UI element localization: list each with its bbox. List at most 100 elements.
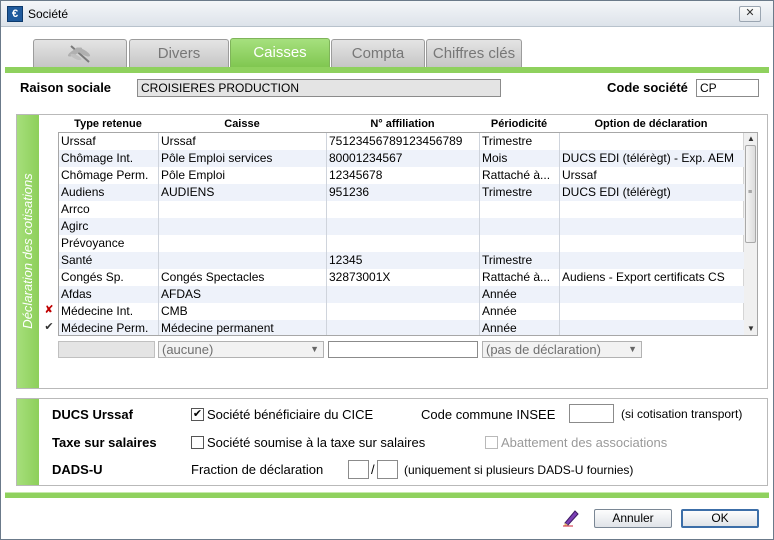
- cell-caisse[interactable]: [159, 201, 327, 218]
- cell-option[interactable]: [560, 286, 744, 303]
- cell-option[interactable]: [560, 235, 744, 252]
- cell-type[interactable]: Santé: [59, 252, 159, 269]
- cell-affiliation[interactable]: [327, 201, 480, 218]
- cell-caisse[interactable]: Pôle Emploi services: [159, 150, 327, 167]
- cell-periodicite[interactable]: Année: [480, 303, 560, 320]
- cell-affiliation[interactable]: 951236: [327, 184, 480, 201]
- caisse-combo[interactable]: (aucune) ▼: [158, 341, 324, 358]
- table-row[interactable]: Chômage Perm. Pôle Emploi 12345678 Rattaché…: [59, 167, 744, 184]
- taxe-checkbox[interactable]: [191, 436, 204, 449]
- abattement-checkbox[interactable]: [485, 436, 498, 449]
- cell-type[interactable]: Prévoyance: [59, 235, 159, 252]
- cell-affiliation[interactable]: [327, 286, 480, 303]
- annuler-button[interactable]: Annuler: [594, 509, 672, 528]
- tab-caisses[interactable]: Caisses: [230, 38, 330, 68]
- cell-type[interactable]: Médecine Perm.: [59, 320, 159, 335]
- cell-periodicite[interactable]: Trimestre: [480, 184, 560, 201]
- col-type-retenue[interactable]: Type retenue: [58, 118, 158, 130]
- cice-checkbox[interactable]: ✔: [191, 408, 204, 421]
- cell-type[interactable]: Afdas: [59, 286, 159, 303]
- cell-option[interactable]: [560, 320, 744, 335]
- cell-option[interactable]: Audiens - Export certificats CS: [560, 269, 744, 286]
- scroll-thumb[interactable]: ≡: [745, 145, 756, 243]
- col-caisse[interactable]: Caisse: [158, 118, 326, 130]
- cell-option[interactable]: [560, 133, 744, 150]
- fraction-denominator-input[interactable]: [377, 460, 398, 479]
- tab-general[interactable]: [33, 39, 127, 67]
- cell-periodicite[interactable]: Rattaché à...: [480, 269, 560, 286]
- table-row[interactable]: Médecine Perm. Médecine permanent Année: [59, 320, 744, 335]
- cell-type[interactable]: Urssaf: [59, 133, 159, 150]
- cell-caisse[interactable]: CMB: [159, 303, 327, 320]
- cell-type[interactable]: Chômage Perm.: [59, 167, 159, 184]
- fraction-numerator-input[interactable]: [348, 460, 369, 479]
- table-row[interactable]: Congés Sp. Congés Spectacles 32873001X Ratt…: [59, 269, 744, 286]
- cell-type[interactable]: Médecine Int.: [59, 303, 159, 320]
- cell-option[interactable]: [560, 303, 744, 320]
- cell-caisse[interactable]: [159, 235, 327, 252]
- tab-compta[interactable]: Compta: [331, 39, 425, 67]
- cell-affiliation[interactable]: [327, 218, 480, 235]
- cell-caisse[interactable]: Urssaf: [159, 133, 327, 150]
- taxe-checkbox-label[interactable]: Société soumise à la taxe sur salaires: [207, 435, 425, 450]
- table-row[interactable]: Chômage Int. Pôle Emploi services 80001234…: [59, 150, 744, 167]
- cell-affiliation[interactable]: [327, 320, 480, 335]
- cell-caisse[interactable]: AFDAS: [159, 286, 327, 303]
- col-option-declaration[interactable]: Option de déclaration: [559, 118, 743, 130]
- affiliation-input[interactable]: [328, 341, 478, 358]
- close-button[interactable]: ✕: [739, 6, 761, 22]
- type-editor-field[interactable]: [58, 341, 155, 358]
- scroll-down-arrow-icon[interactable]: ▼: [746, 324, 756, 334]
- cell-caisse[interactable]: Congés Spectacles: [159, 269, 327, 286]
- scroll-up-arrow-icon[interactable]: ▲: [746, 134, 756, 144]
- cice-label[interactable]: Société bénéficiaire du CICE: [207, 407, 373, 422]
- cell-periodicite[interactable]: [480, 218, 560, 235]
- table-row[interactable]: Afdas AFDAS Année: [59, 286, 744, 303]
- cell-option[interactable]: DUCS EDI (télérègt) - Exp. AEM: [560, 150, 744, 167]
- cell-caisse[interactable]: Médecine permanent: [159, 320, 327, 335]
- code-societe-field[interactable]: CP: [696, 79, 759, 97]
- table-row[interactable]: Urssaf Urssaf 75123456789123456789 Trimestr…: [59, 133, 744, 150]
- cell-periodicite[interactable]: Trimestre: [480, 133, 560, 150]
- cell-periodicite[interactable]: Année: [480, 286, 560, 303]
- cell-option[interactable]: [560, 218, 744, 235]
- cell-periodicite[interactable]: Année: [480, 320, 560, 335]
- cell-periodicite[interactable]: [480, 235, 560, 252]
- insee-input[interactable]: [569, 404, 614, 423]
- table-row[interactable]: Médecine Int. CMB Année: [59, 303, 744, 320]
- cell-periodicite[interactable]: Mois: [480, 150, 560, 167]
- cell-affiliation[interactable]: [327, 235, 480, 252]
- cell-type[interactable]: Audiens: [59, 184, 159, 201]
- col-affiliation[interactable]: N° affiliation: [326, 118, 479, 130]
- grid-scrollbar[interactable]: ▲ ≡ ▼: [743, 133, 757, 335]
- cell-affiliation[interactable]: 80001234567: [327, 150, 480, 167]
- cell-periodicite[interactable]: Rattaché à...: [480, 167, 560, 184]
- tab-chiffres-cles[interactable]: Chiffres clés: [426, 39, 522, 67]
- cell-caisse[interactable]: AUDIENS: [159, 184, 327, 201]
- tab-divers[interactable]: Divers: [129, 39, 229, 67]
- table-row[interactable]: Arrco: [59, 201, 744, 218]
- cell-option[interactable]: [560, 252, 744, 269]
- cell-option[interactable]: Urssaf: [560, 167, 744, 184]
- table-row[interactable]: Santé 12345 Trimestre: [59, 252, 744, 269]
- cell-type[interactable]: Congés Sp.: [59, 269, 159, 286]
- cell-affiliation[interactable]: [327, 303, 480, 320]
- cell-periodicite[interactable]: [480, 201, 560, 218]
- cell-option[interactable]: [560, 201, 744, 218]
- cell-periodicite[interactable]: Trimestre: [480, 252, 560, 269]
- table-row[interactable]: Prévoyance: [59, 235, 744, 252]
- cell-affiliation[interactable]: 75123456789123456789: [327, 133, 480, 150]
- cell-affiliation[interactable]: 32873001X: [327, 269, 480, 286]
- option-combo[interactable]: (pas de déclaration) ▼: [482, 341, 642, 358]
- cell-type[interactable]: Chômage Int.: [59, 150, 159, 167]
- cell-option[interactable]: DUCS EDI (télérègt): [560, 184, 744, 201]
- cell-type[interactable]: Arrco: [59, 201, 159, 218]
- cell-caisse[interactable]: [159, 218, 327, 235]
- pen-icon[interactable]: [561, 507, 581, 527]
- cell-affiliation[interactable]: 12345678: [327, 167, 480, 184]
- cell-affiliation[interactable]: 12345: [327, 252, 480, 269]
- table-row[interactable]: Audiens AUDIENS 951236 Trimestre DUCS EDI (t…: [59, 184, 744, 201]
- cell-caisse[interactable]: Pôle Emploi: [159, 167, 327, 184]
- cell-caisse[interactable]: [159, 252, 327, 269]
- raison-sociale-field[interactable]: CROISIERES PRODUCTION: [137, 79, 501, 97]
